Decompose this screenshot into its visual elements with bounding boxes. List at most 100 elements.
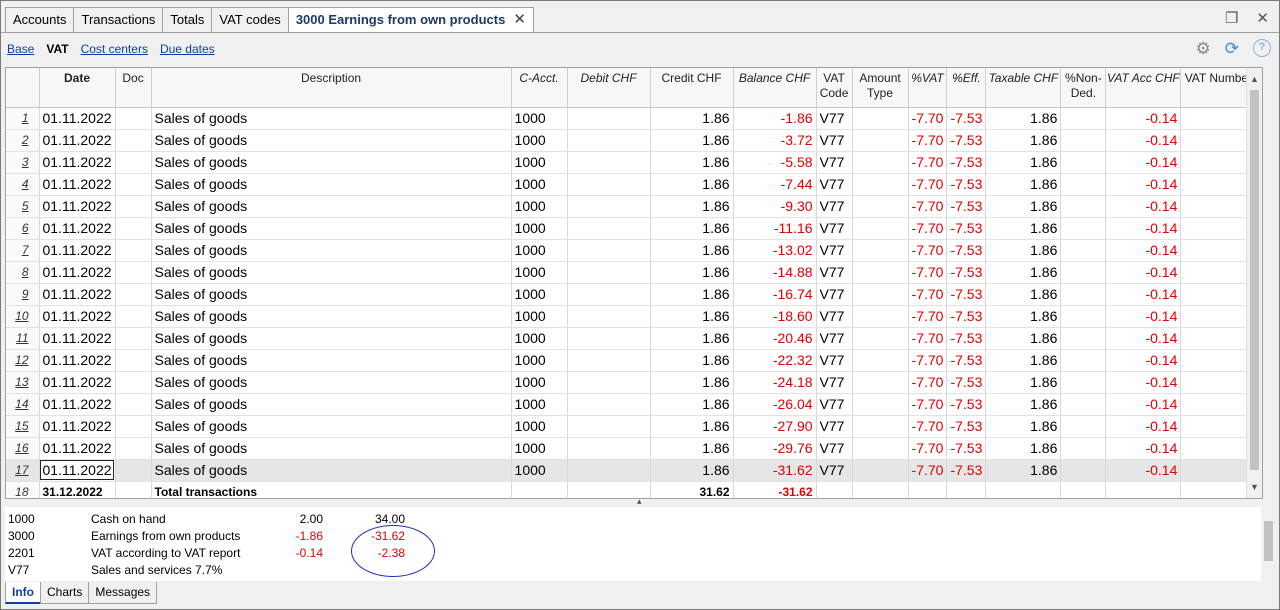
credit-cell[interactable]: 1.86	[650, 217, 734, 240]
pct-eff-cell[interactable]: -7.53	[946, 349, 987, 372]
pct-vat-cell[interactable]: -7.70	[908, 129, 948, 152]
credit-cell[interactable]: 1.86	[650, 129, 734, 152]
tab-totals[interactable]: Totals	[162, 7, 213, 33]
table-row[interactable]: 11 01.11.2022 Sales of goods 1000 1.86 -20.46…	[6, 327, 1257, 350]
pct-eff-cell[interactable]: -7.53	[946, 107, 987, 130]
c-acct-cell[interactable]: 1000	[511, 459, 568, 482]
description-cell[interactable]: Sales of goods	[151, 217, 512, 240]
doc-cell[interactable]	[115, 437, 152, 460]
amount-type-cell[interactable]	[852, 349, 909, 372]
vat-number-cell[interactable]	[1180, 217, 1257, 240]
row-number[interactable]: 9	[6, 283, 40, 306]
vat-number-cell[interactable]	[1180, 481, 1257, 498]
balance-cell[interactable]: -1.86	[733, 107, 817, 130]
scroll-up-icon[interactable]: ▲	[1250, 74, 1259, 84]
pct-non-ded-cell[interactable]	[1060, 107, 1107, 130]
c-acct-cell[interactable]: 1000	[511, 151, 568, 174]
header-description[interactable]: Description	[151, 68, 512, 108]
taxable-cell[interactable]: 1.86	[985, 173, 1062, 196]
amount-type-cell[interactable]	[852, 327, 909, 350]
debit-cell[interactable]	[567, 151, 651, 174]
tab-info[interactable]: Info	[5, 582, 41, 604]
table-row[interactable]: 12 01.11.2022 Sales of goods 1000 1.86 -22.32…	[6, 349, 1257, 372]
description-cell[interactable]: Sales of goods	[151, 173, 512, 196]
pct-vat-cell[interactable]: -7.70	[908, 107, 948, 130]
header-pct-non-ded[interactable]: %Non-Ded.	[1060, 68, 1107, 108]
balance-cell[interactable]: -31.62	[733, 481, 817, 498]
vat-acc-cell[interactable]: -0.14	[1105, 415, 1182, 438]
vat-acc-cell[interactable]: -0.14	[1105, 195, 1182, 218]
pct-vat-cell[interactable]: -7.70	[908, 305, 948, 328]
vat-number-cell[interactable]	[1180, 415, 1257, 438]
header-debit[interactable]: Debit CHF	[567, 68, 651, 108]
debit-cell[interactable]	[567, 349, 651, 372]
pct-vat-cell[interactable]: -7.70	[908, 195, 948, 218]
pct-vat-cell[interactable]: -7.70	[908, 349, 948, 372]
view-base-link[interactable]: Base	[7, 42, 34, 56]
vat-code-cell[interactable]: V77	[816, 415, 853, 438]
header-vat-code[interactable]: VAT Code	[816, 68, 853, 108]
amount-type-cell[interactable]	[852, 239, 909, 262]
pct-eff-cell[interactable]: -7.53	[946, 261, 987, 284]
c-acct-cell[interactable]: 1000	[511, 173, 568, 196]
row-number[interactable]: 11	[6, 327, 40, 350]
header-date[interactable]: Date	[39, 68, 116, 108]
pct-non-ded-cell[interactable]	[1060, 195, 1107, 218]
debit-cell[interactable]	[567, 107, 651, 130]
amount-type-cell[interactable]	[852, 415, 909, 438]
credit-cell[interactable]: 1.86	[650, 173, 734, 196]
pct-eff-cell[interactable]: -7.53	[946, 305, 987, 328]
debit-cell[interactable]	[567, 327, 651, 350]
header-c-acct[interactable]: C-Acct.	[511, 68, 568, 108]
restore-window-icon[interactable]: ❐	[1225, 9, 1238, 27]
taxable-cell[interactable]: 1.86	[985, 349, 1062, 372]
description-cell[interactable]: Sales of goods	[151, 239, 512, 262]
vat-acc-cell[interactable]: -0.14	[1105, 283, 1182, 306]
tab-accounts[interactable]: Accounts	[5, 7, 75, 33]
gear-icon[interactable]: ⚙	[1196, 39, 1211, 59]
row-number[interactable]: 6	[6, 217, 40, 240]
vat-number-cell[interactable]	[1180, 437, 1257, 460]
vat-code-cell[interactable]: V77	[816, 283, 853, 306]
doc-cell[interactable]	[115, 173, 152, 196]
description-cell[interactable]: Sales of goods	[151, 195, 512, 218]
description-cell[interactable]: Sales of goods	[151, 151, 512, 174]
doc-cell[interactable]	[115, 327, 152, 350]
header-amount-type[interactable]: Amount Type	[852, 68, 909, 108]
credit-cell[interactable]: 1.86	[650, 107, 734, 130]
pct-eff-cell[interactable]: -7.53	[946, 173, 987, 196]
vat-number-cell[interactable]	[1180, 327, 1257, 350]
vat-code-cell[interactable]: V77	[816, 349, 853, 372]
c-acct-cell[interactable]: 1000	[511, 437, 568, 460]
doc-cell[interactable]	[115, 217, 152, 240]
pct-eff-cell[interactable]: -7.53	[946, 129, 987, 152]
description-cell[interactable]: Sales of goods	[151, 415, 512, 438]
pct-vat-cell[interactable]: -7.70	[908, 261, 948, 284]
amount-type-cell[interactable]	[852, 481, 909, 498]
credit-cell[interactable]: 1.86	[650, 151, 734, 174]
credit-cell[interactable]: 1.86	[650, 437, 734, 460]
pct-eff-cell[interactable]: -7.53	[946, 415, 987, 438]
vat-acc-cell[interactable]: -0.14	[1105, 393, 1182, 416]
taxable-cell[interactable]: 1.86	[985, 129, 1062, 152]
row-number[interactable]: 2	[6, 129, 40, 152]
table-row[interactable]: 1 01.11.2022 Sales of goods 1000 1.86 -1.86 V7…	[6, 107, 1257, 130]
balance-cell[interactable]: -9.30	[733, 195, 817, 218]
vat-number-cell[interactable]	[1180, 107, 1257, 130]
header-taxable[interactable]: Taxable CHF	[985, 68, 1062, 108]
doc-cell[interactable]	[115, 393, 152, 416]
date-cell[interactable]: 01.11.2022	[39, 239, 116, 262]
vat-number-cell[interactable]	[1180, 129, 1257, 152]
row-number[interactable]: 4	[6, 173, 40, 196]
date-cell[interactable]: 01.11.2022	[39, 305, 116, 328]
pct-non-ded-cell[interactable]	[1060, 393, 1107, 416]
date-cell[interactable]: 01.11.2022	[39, 195, 116, 218]
vertical-scrollbar[interactable]: ▲ ▼	[1246, 68, 1262, 498]
row-number[interactable]: 7	[6, 239, 40, 262]
description-cell[interactable]: Sales of goods	[151, 393, 512, 416]
pct-vat-cell[interactable]: -7.70	[908, 283, 948, 306]
pct-vat-cell[interactable]: -7.70	[908, 217, 948, 240]
vat-number-cell[interactable]	[1180, 459, 1257, 482]
pct-non-ded-cell[interactable]	[1060, 415, 1107, 438]
vat-acc-cell[interactable]	[1105, 481, 1182, 498]
